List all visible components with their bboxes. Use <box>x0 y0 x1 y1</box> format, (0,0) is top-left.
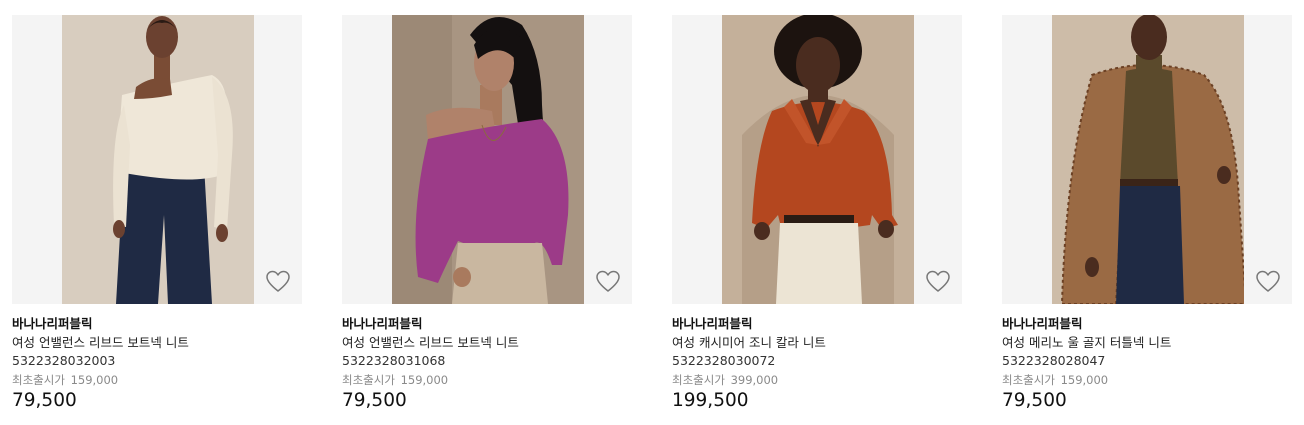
original-price-value: 159,000 <box>400 373 449 387</box>
product-photo[interactable] <box>392 15 584 304</box>
original-price-label: 최초출시가 <box>672 373 725 387</box>
product-brand[interactable]: 바나나리퍼블릭 <box>12 316 302 332</box>
product-card[interactable]: 바나나리퍼블릭 여성 캐시미어 조니 칼라 니트 5322328030072 최… <box>672 15 962 412</box>
product-card[interactable]: 바나나리퍼블릭 여성 언밸런스 리브드 보트넥 니트 5322328031068… <box>342 15 632 412</box>
product-brand[interactable]: 바나나리퍼블릭 <box>342 316 632 332</box>
sale-price: 199,500 <box>672 390 749 411</box>
original-price-label: 최초출시가 <box>342 373 395 387</box>
sale-price: 79,500 <box>12 390 77 411</box>
original-price: 최초출시가 159,000 <box>12 373 302 388</box>
sale-price: 79,500 <box>1002 390 1067 411</box>
product-code: 5322328032003 <box>12 353 116 368</box>
product-card[interactable]: 바나나리퍼블릭 여성 메리노 울 골지 터틀넥 니트 5322328028047… <box>1002 15 1292 412</box>
product-code: 5322328028047 <box>1002 353 1106 368</box>
original-price-label: 최초출시가 <box>1002 373 1055 387</box>
product-name[interactable]: 여성 메리노 울 골지 터틀넥 니트 <box>1002 334 1292 351</box>
product-name[interactable]: 여성 언밸런스 리브드 보트넥 니트 <box>342 334 632 351</box>
product-grid: 바나나리퍼블릭 여성 언밸런스 리브드 보트넥 니트 5322328032003… <box>0 0 1304 425</box>
product-photo[interactable] <box>1052 15 1244 304</box>
wishlist-heart-icon[interactable] <box>925 270 951 294</box>
original-price-label: 최초출시가 <box>12 373 65 387</box>
product-image-container[interactable] <box>12 15 302 304</box>
product-brand[interactable]: 바나나리퍼블릭 <box>1002 316 1292 332</box>
product-name[interactable]: 여성 캐시미어 조니 칼라 니트 <box>672 334 962 351</box>
product-code: 5322328031068 <box>342 353 446 368</box>
product-photo[interactable] <box>62 15 254 304</box>
product-code: 5322328030072 <box>672 353 776 368</box>
original-price-value: 399,000 <box>730 373 779 387</box>
product-image-container[interactable] <box>342 15 632 304</box>
original-price-value: 159,000 <box>1060 373 1109 387</box>
product-name[interactable]: 여성 언밸런스 리브드 보트넥 니트 <box>12 334 302 351</box>
wishlist-heart-icon[interactable] <box>595 270 621 294</box>
product-image-container[interactable] <box>1002 15 1292 304</box>
wishlist-heart-icon[interactable] <box>265 270 291 294</box>
wishlist-heart-icon[interactable] <box>1255 270 1281 294</box>
original-price: 최초출시가 399,000 <box>672 373 962 388</box>
sale-price: 79,500 <box>342 390 407 411</box>
original-price: 최초출시가 159,000 <box>342 373 632 388</box>
product-image-container[interactable] <box>672 15 962 304</box>
original-price: 최초출시가 159,000 <box>1002 373 1292 388</box>
product-photo[interactable] <box>722 15 914 304</box>
original-price-value: 159,000 <box>70 373 119 387</box>
product-card[interactable]: 바나나리퍼블릭 여성 언밸런스 리브드 보트넥 니트 5322328032003… <box>12 15 302 412</box>
product-brand[interactable]: 바나나리퍼블릭 <box>672 316 962 332</box>
